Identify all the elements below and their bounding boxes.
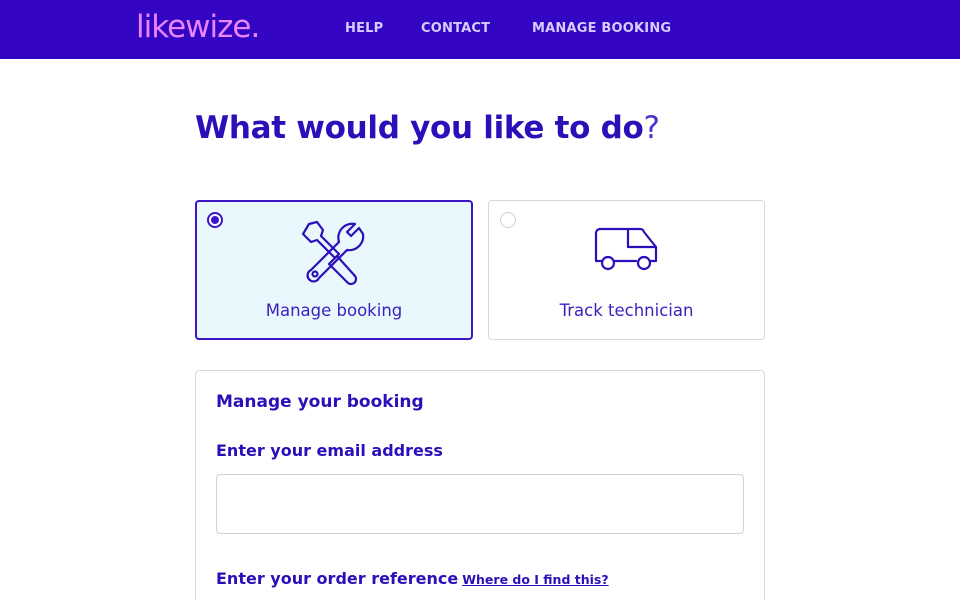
email-field-label: Enter your email address <box>216 441 443 460</box>
where-do-i-find-this-link[interactable]: Where do I find this? <box>462 572 608 587</box>
page-title-question-mark: ? <box>643 110 660 146</box>
option-track-technician[interactable]: Track technician <box>488 200 765 340</box>
nav-manage-booking-link[interactable]: MANAGE BOOKING <box>532 21 671 36</box>
page-title: What would you like to do? <box>195 110 660 146</box>
radio-track-technician[interactable] <box>500 212 516 228</box>
nav-contact-link[interactable]: CONTACT <box>421 21 490 36</box>
radio-manage-booking[interactable] <box>207 212 223 228</box>
order-reference-label-row: Enter your order reference Where do I fin… <box>216 569 609 588</box>
email-field[interactable] <box>216 474 744 534</box>
top-navigation-bar: likewize. HELP CONTACT MANAGE BOOKING <box>0 0 960 59</box>
nav-help-link[interactable]: HELP <box>345 21 383 36</box>
manage-booking-form: Manage your booking Enter your email add… <box>195 370 765 600</box>
option-label-manage-booking: Manage booking <box>265 301 403 320</box>
order-reference-label: Enter your order reference <box>216 569 459 588</box>
likewize-logo[interactable]: likewize. <box>136 9 260 45</box>
option-label-track-technician: Track technician <box>559 301 694 320</box>
tools-icon <box>299 218 369 293</box>
page-title-text: What would you like to do <box>195 110 644 146</box>
form-title: Manage your booking <box>216 392 424 412</box>
van-icon <box>592 223 662 278</box>
option-manage-booking[interactable]: Manage booking <box>195 200 473 340</box>
